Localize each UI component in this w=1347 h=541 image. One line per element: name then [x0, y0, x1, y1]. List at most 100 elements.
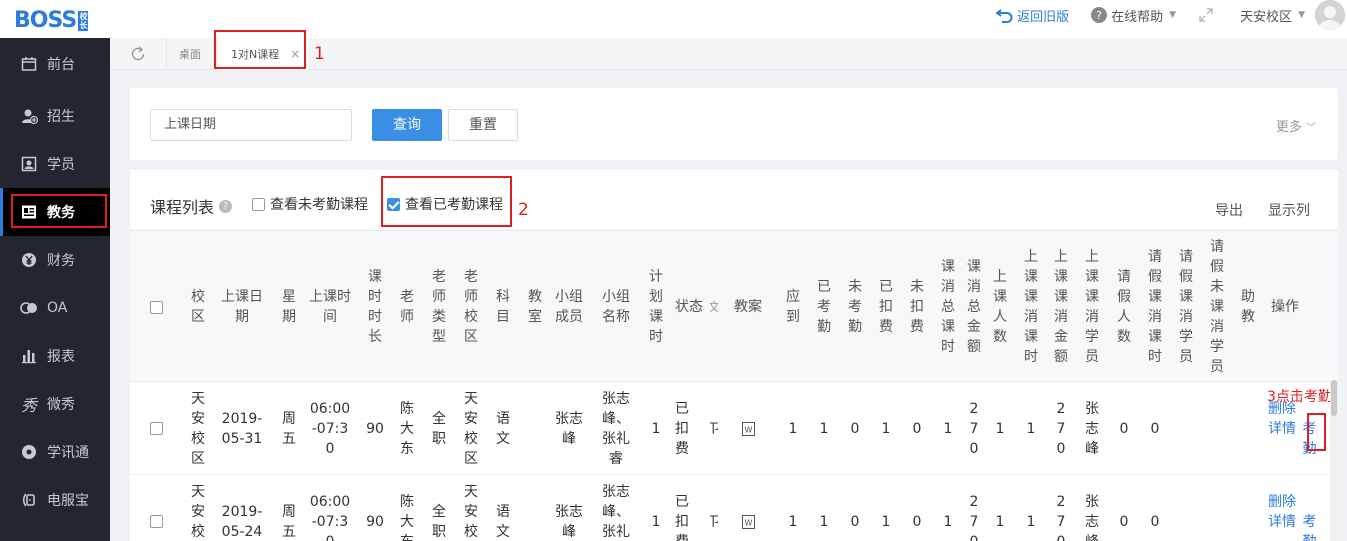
sidebar-item-dianfubao[interactable]: 电服宝 [0, 476, 110, 524]
tab-desktop[interactable]: 桌面 [166, 38, 216, 70]
annotation-label-1: 1 [314, 44, 325, 64]
back-old-label: 返回旧版 [1017, 9, 1070, 25]
list-title-text: 课程列表 [150, 198, 215, 217]
phone-service-icon [20, 491, 38, 509]
sidebar-item-label: 电服宝 [47, 493, 89, 509]
cell-date: 2019-05-24 [221, 503, 263, 540]
logo-badge: 校长 [78, 11, 89, 31]
oa-icon [20, 299, 38, 317]
fullscreen-button[interactable] [1198, 7, 1218, 23]
cell-consume-hours: 1 [943, 420, 953, 437]
annotation-label-2: 2 [518, 200, 529, 220]
checkbox[interactable] [149, 422, 163, 435]
cell-members: 张志峰 [555, 410, 583, 447]
cell-wen: ㄗ [710, 420, 718, 437]
row-checkbox[interactable] [148, 475, 164, 541]
undo-icon [996, 8, 1013, 23]
scrollbar-thumb[interactable] [1331, 380, 1337, 416]
delete-link[interactable]: 删除 [1268, 492, 1296, 512]
cell-time: 06:00-07:30 [309, 493, 351, 541]
word-doc-icon[interactable]: W [741, 514, 755, 529]
xiu-icon: 秀 [20, 396, 37, 415]
online-help-menu[interactable]: ? 在线帮助 ▼ [1091, 6, 1176, 25]
svg-text:W: W [744, 518, 752, 527]
user-avatar-icon [1315, 0, 1345, 30]
cell-teacher-type: 全职 [432, 503, 446, 540]
row-checkbox[interactable] [148, 382, 164, 475]
sidebar-item-front-desk[interactable]: 前台 [0, 44, 110, 84]
cell-leave-count: 0 [1119, 420, 1129, 437]
logo[interactable]: BOSS 校长 [14, 8, 89, 33]
sidebar-item-reports[interactable]: 报表 [0, 332, 110, 380]
col-header: 操作 [1271, 299, 1299, 315]
cell-lesson-plan[interactable]: W [740, 382, 756, 475]
col-header: 老师 [400, 289, 414, 325]
search-panel: 上课日期 查询 重置 更多 ﹀ [130, 88, 1338, 160]
sidebar-item-students[interactable]: 学员 [0, 140, 110, 188]
list-title: 课程列表 ? [150, 194, 233, 218]
refresh-button[interactable] [130, 46, 146, 66]
col-header: 上课人数 [993, 269, 1007, 345]
show-columns-link[interactable]: 显示列 [1268, 200, 1310, 220]
cell-date: 2019-05-31 [221, 410, 263, 447]
chevron-down-icon: ﹀ [1306, 123, 1316, 134]
checkbox[interactable] [149, 300, 163, 314]
cell-class-hours: 1 [1026, 420, 1036, 437]
sidebar-item-enrollment[interactable]: 招生 [0, 92, 110, 140]
col-header: 教案 [734, 299, 762, 315]
logo-text: BOSS [14, 8, 77, 33]
checkbox[interactable] [252, 197, 265, 211]
chevron-down-icon: ▼ [1169, 10, 1177, 20]
sidebar-item-finance[interactable]: 财务 [0, 236, 110, 284]
avatar[interactable] [1315, 0, 1345, 30]
refresh-icon [131, 46, 145, 61]
checkbox[interactable] [149, 515, 163, 528]
cell-deducted: 1 [881, 513, 891, 530]
cell-undeducted: 0 [912, 420, 922, 437]
cell-classroom [527, 475, 543, 541]
col-header: 课消总金额 [967, 259, 981, 355]
cell-weekday: 周五 [282, 503, 296, 540]
sidebar-item-oa[interactable]: OA [0, 284, 110, 332]
select-all-checkbox[interactable] [148, 231, 164, 383]
attendance-link[interactable]: 考勤 [1301, 512, 1317, 541]
checkbox-label: 查看未考勤课程 [270, 197, 368, 213]
cell-classroom [527, 382, 543, 475]
query-button[interactable]: 查询 [372, 109, 442, 141]
sidebar-item-weixiu[interactable]: 秀 微秀 [0, 380, 110, 428]
col-header: 助教 [1241, 289, 1255, 325]
logo-area: BOSS 校长 [0, 0, 110, 38]
cell-attended: 1 [819, 420, 829, 437]
sidebar-item-xuexuntong[interactable]: 学讯通 [0, 428, 110, 476]
sidebar-item-label: OA [47, 300, 68, 316]
table-row[interactable]: 天安校区 2019-05-31 周五 06:00-07:30 90 陈大东 全职… [130, 382, 1338, 475]
more-filters-toggle[interactable]: 更多 ﹀ [1276, 116, 1316, 135]
help-icon[interactable]: ? [219, 199, 233, 213]
cell-leave-count: 0 [1119, 513, 1129, 530]
cell-deducted: 1 [881, 420, 891, 437]
col-header: 上课课消金额 [1054, 249, 1068, 365]
cell-class-students: 张志峰 [1085, 400, 1099, 457]
header-actions: 返回旧版 ? 在线帮助 ▼ 天安校区 ▼ [996, 0, 1347, 30]
back-old-version-link[interactable]: 返回旧版 [996, 6, 1069, 25]
show-unattended-checkbox[interactable]: 查看未考勤课程 [252, 194, 368, 214]
detail-link[interactable]: 详情 [1268, 514, 1296, 530]
table-row[interactable]: 天安校区 2019-05-24 周五 06:00-07:30 90 陈大东 全职… [130, 475, 1338, 541]
cell-subject: 语文 [496, 410, 510, 447]
annotation-box-tab [214, 30, 306, 69]
class-date-input[interactable]: 上课日期 [150, 109, 352, 141]
cell-lesson-plan[interactable]: W [740, 475, 756, 541]
export-link[interactable]: 导出 [1215, 200, 1243, 220]
col-header: 老师类型 [432, 269, 446, 345]
col-header: 小组名称 [602, 289, 630, 325]
tab-label: 桌面 [179, 48, 201, 61]
detail-link[interactable]: 详情 [1268, 421, 1296, 437]
col-header: 状态 [675, 299, 703, 315]
cell-status: 已扣费 [675, 400, 689, 457]
reset-button[interactable]: 重置 [448, 109, 518, 141]
col-header: 请假人数 [1117, 269, 1131, 345]
campus-selector[interactable]: 天安校区 ▼ [1240, 6, 1305, 25]
cell-teacher: 陈大东 [400, 493, 414, 541]
word-doc-icon[interactable]: W [741, 421, 755, 436]
student-card-icon [20, 155, 38, 173]
